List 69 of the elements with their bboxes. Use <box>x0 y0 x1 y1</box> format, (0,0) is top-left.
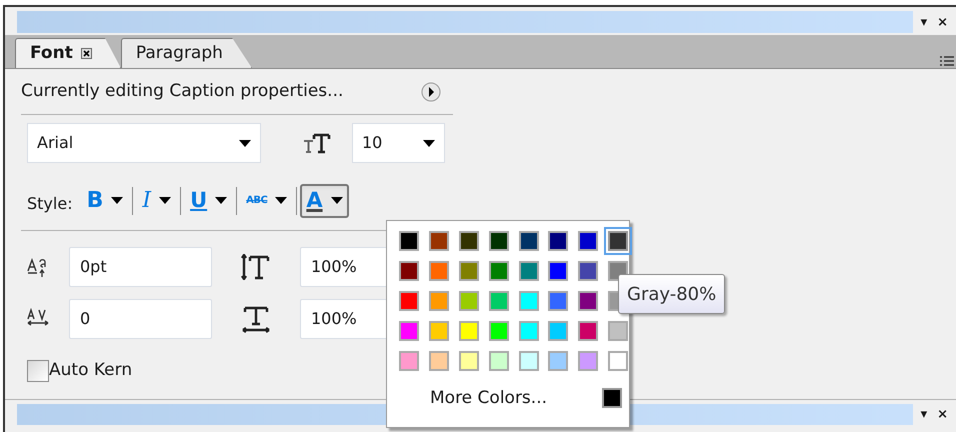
line-height-icon <box>241 254 271 280</box>
color-swatch[interactable] <box>458 321 479 341</box>
menu-button[interactable]: ▾ <box>920 408 928 421</box>
color-swatch[interactable] <box>488 291 509 311</box>
color-swatch[interactable] <box>458 351 479 371</box>
color-swatch[interactable] <box>518 231 538 251</box>
italic-button[interactable]: I <box>136 184 178 218</box>
color-swatch[interactable] <box>578 261 598 281</box>
color-swatch[interactable] <box>548 321 568 341</box>
close-button[interactable]: × <box>937 408 948 421</box>
caret-icon <box>275 197 288 204</box>
caption-text: Currently editing Caption properties... <box>21 80 344 103</box>
color-swatch[interactable] <box>428 231 449 251</box>
color-swatch[interactable] <box>578 291 598 311</box>
tooltip: Gray-80% <box>618 274 726 314</box>
color-swatch[interactable] <box>578 231 598 251</box>
color-swatch[interactable] <box>488 231 509 251</box>
color-swatch[interactable] <box>608 351 628 371</box>
color-swatch[interactable] <box>488 261 509 281</box>
font-size-icon <box>303 132 331 154</box>
underline-button[interactable]: U <box>184 184 234 218</box>
color-swatch[interactable] <box>458 261 479 281</box>
color-swatch[interactable] <box>399 321 419 341</box>
caret-icon <box>111 197 124 204</box>
color-swatch[interactable] <box>548 291 568 311</box>
color-swatch[interactable] <box>518 291 538 311</box>
menu-button[interactable]: ▾ <box>920 16 928 28</box>
color-swatch[interactable] <box>548 261 568 281</box>
font-size-dropdown[interactable]: 10 <box>352 123 445 163</box>
color-swatch[interactable] <box>428 351 449 371</box>
color-swatch[interactable] <box>488 351 509 371</box>
spacing-field[interactable]: 0 <box>69 299 212 339</box>
auto-kern-checkbox[interactable]: Auto Kern <box>27 357 453 385</box>
color-swatch[interactable] <box>428 291 449 311</box>
color-swatch[interactable] <box>608 321 628 341</box>
caret-icon <box>330 197 343 204</box>
color-swatch[interactable] <box>458 231 479 251</box>
caret-icon <box>239 140 251 146</box>
panel-menu-icon[interactable] <box>940 56 954 66</box>
tab[interactable]: Paragraph <box>120 38 252 68</box>
bold-button[interactable]: B <box>80 184 130 218</box>
color-swatch[interactable] <box>399 261 419 281</box>
color-swatch[interactable] <box>428 261 449 281</box>
strikethrough-button[interactable]: ABC <box>240 184 294 218</box>
close-button[interactable]: × <box>937 16 948 28</box>
scale-width-icon <box>241 305 271 333</box>
color-swatch[interactable] <box>399 351 419 371</box>
caret-icon <box>215 197 228 204</box>
style-label: Style: <box>27 192 73 214</box>
color-swatch[interactable] <box>578 351 598 371</box>
color-swatch[interactable] <box>518 321 538 341</box>
caret-icon <box>159 197 172 204</box>
more-colors-item[interactable]: More Colors... <box>430 386 547 411</box>
close-icon[interactable] <box>80 48 92 59</box>
color-swatch[interactable] <box>428 321 449 341</box>
play-icon[interactable] <box>421 82 441 102</box>
font-family-dropdown[interactable]: Arial <box>27 123 261 163</box>
color-swatch[interactable] <box>548 351 568 371</box>
color-swatch[interactable] <box>488 321 509 341</box>
color-swatch[interactable] <box>548 231 568 251</box>
color-swatch[interactable] <box>518 351 538 371</box>
spacing-field[interactable]: 0pt <box>69 247 212 287</box>
color-swatch[interactable] <box>399 291 419 311</box>
color-swatch[interactable] <box>518 261 538 281</box>
color-swatch[interactable] <box>458 291 479 311</box>
color-swatch[interactable] <box>399 231 419 251</box>
tab[interactable]: Font <box>15 38 121 68</box>
caret-icon <box>423 140 435 146</box>
color-swatch[interactable] <box>578 321 598 341</box>
